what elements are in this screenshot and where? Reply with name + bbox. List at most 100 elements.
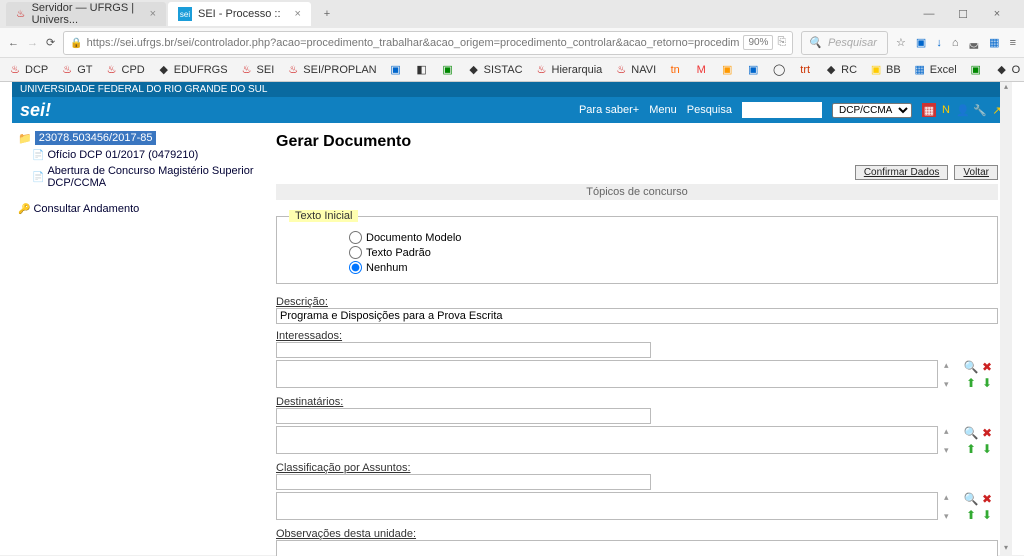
list-classificacao[interactable] <box>276 492 938 520</box>
new-icon[interactable]: N <box>939 103 953 117</box>
radio-modelo[interactable] <box>349 231 362 244</box>
search-icon[interactable]: 🔍 <box>964 360 978 374</box>
bm-icon5[interactable]: ▣ <box>720 63 734 77</box>
search-icon[interactable]: 🔍 <box>964 492 978 506</box>
bm-seiproplan[interactable]: ♨SEI/PROPLAN <box>286 63 376 77</box>
move-up-icon[interactable]: ⬆ <box>964 442 978 456</box>
scroll-down-icon[interactable]: ▾ <box>1000 543 1012 555</box>
radio-nenhum[interactable] <box>349 261 362 274</box>
link-para-saber[interactable]: Para saber+ <box>579 104 639 116</box>
close-icon[interactable]: × <box>295 8 301 20</box>
grid-icon[interactable]: ▦ <box>989 36 999 49</box>
list-interessados[interactable] <box>276 360 938 388</box>
reload-button[interactable]: ⟳ <box>46 34 55 52</box>
bm-excelbest[interactable]: ◆O Melhor do Excel: Fu... <box>995 63 1024 77</box>
bookmarks-bar: ♨DCP ♨GT ♨CPD ◆EDUFRGS ♨SEI ♨SEI/PROPLAN… <box>0 58 1024 82</box>
bm-navi[interactable]: ♨NAVI <box>614 63 656 77</box>
save-icon[interactable]: ▣ <box>916 36 926 49</box>
search-bar[interactable]: 🔍 Pesquisar <box>801 31 888 55</box>
sei-search-input[interactable] <box>742 102 822 118</box>
link-pesquisa[interactable]: Pesquisa <box>687 104 732 116</box>
input-classificacao[interactable] <box>276 474 651 490</box>
sei-topbar: sei! Para saber+ Menu Pesquisa DCP/CCMA … <box>12 97 1012 123</box>
forward-button[interactable]: → <box>27 34 38 52</box>
zoom-level[interactable]: 90% <box>743 35 773 50</box>
input-descricao[interactable] <box>276 308 998 324</box>
bm-gt[interactable]: ♨GT <box>60 63 92 77</box>
input-destinatarios[interactable] <box>276 408 651 424</box>
minimize-button[interactable]: — <box>916 8 942 21</box>
bm-icon6[interactable]: ▣ <box>746 63 760 77</box>
form-panel: Gerar Documento Confirmar Dados Voltar T… <box>262 123 1012 556</box>
tab-active[interactable]: sei SEI - Processo :: × <box>168 2 311 26</box>
bm-icon2[interactable]: ◧ <box>415 63 429 77</box>
tree-doc-1[interactable]: Ofício DCP 01/2017 (0479210) <box>18 147 256 163</box>
bm-icon9[interactable]: ▣ <box>969 63 983 77</box>
label-observacoes: Observações desta unidade: <box>276 528 998 540</box>
reader-icon[interactable]: ⎘ <box>777 36 786 49</box>
bm-icon8[interactable]: trt <box>798 63 812 77</box>
tab-inactive[interactable]: ♨ Servidor — UFRGS | Univers... × <box>6 2 166 26</box>
menu-icon[interactable]: ≡ <box>1010 37 1016 49</box>
unit-select[interactable]: DCP/CCMA <box>832 103 912 118</box>
new-tab-button[interactable]: + <box>317 8 337 20</box>
list-destinatarios[interactable] <box>276 426 938 454</box>
bm-icon7[interactable]: ◯ <box>772 63 786 77</box>
bm-icon4[interactable]: tn <box>668 63 682 77</box>
folder-icon: 📁 <box>18 132 32 145</box>
bm-excel[interactable]: ▦Excel <box>913 63 957 77</box>
scroll-icons[interactable]: ▴▾ <box>944 426 958 456</box>
close-window-button[interactable]: × <box>984 8 1010 21</box>
bm-edufrgs[interactable]: ◆EDUFRGS <box>157 63 228 77</box>
bm-cpd[interactable]: ♨CPD <box>105 63 145 77</box>
bm-gmail[interactable]: M <box>694 63 708 77</box>
modules-icon[interactable]: ▦ <box>922 103 936 117</box>
url-bar[interactable]: https://sei.ufrgs.br/sei/controlador.php… <box>63 31 793 55</box>
bm-hierarquia[interactable]: ♨Hierarquia <box>535 63 603 77</box>
back-button-top[interactable]: Voltar <box>954 165 998 180</box>
bm-rc[interactable]: ◆RC <box>824 63 857 77</box>
move-up-icon[interactable]: ⬆ <box>964 508 978 522</box>
move-up-icon[interactable]: ⬆ <box>964 376 978 390</box>
link-menu[interactable]: Menu <box>649 104 677 116</box>
bookmark-star-icon[interactable]: ☆ <box>896 36 906 49</box>
bm-dcp[interactable]: ♨DCP <box>8 63 48 77</box>
tree-consult[interactable]: Consultar Andamento <box>18 201 256 217</box>
textarea-observacoes[interactable] <box>276 540 998 556</box>
close-icon[interactable]: × <box>150 8 156 20</box>
fieldset-texto-inicial: Texto Inicial Documento Modelo Texto Pad… <box>276 210 998 284</box>
scroll-icons[interactable]: ▴▾ <box>944 360 958 390</box>
remove-icon[interactable]: ✖ <box>980 360 994 374</box>
key-icon <box>18 203 30 215</box>
move-down-icon[interactable]: ⬇ <box>980 508 994 522</box>
tab-bar: ♨ Servidor — UFRGS | Univers... × sei SE… <box>0 0 1024 28</box>
bm-icon3[interactable]: ▣ <box>441 63 455 77</box>
move-down-icon[interactable]: ⬇ <box>980 376 994 390</box>
doc-icon <box>32 149 44 161</box>
config-icon[interactable]: 🔧 <box>973 103 987 117</box>
tree-process-root[interactable]: 📁 23078.503456/2017-85 <box>18 129 256 147</box>
back-button[interactable]: ← <box>8 34 19 52</box>
scroll-icons[interactable]: ▴▾ <box>944 492 958 522</box>
bm-sei[interactable]: ♨SEI <box>240 63 275 77</box>
maximize-button[interactable]: ☐ <box>950 8 976 21</box>
bm-bb[interactable]: ▣BB <box>869 63 901 77</box>
search-icon[interactable]: 🔍 <box>964 426 978 440</box>
pocket-icon[interactable]: ◛ <box>968 36 979 49</box>
remove-icon[interactable]: ✖ <box>980 492 994 506</box>
input-interessados[interactable] <box>276 342 651 358</box>
label-classificacao: Classificação por Assuntos: <box>276 462 998 474</box>
move-down-icon[interactable]: ⬇ <box>980 442 994 456</box>
tree-doc-2[interactable]: Abertura de Concurso Magistério Superior… <box>18 163 256 191</box>
bm-sistac[interactable]: ◆SISTAC <box>467 63 523 77</box>
topic-bar: Tópicos de concurso <box>276 184 998 200</box>
user-icon[interactable]: 👤 <box>956 103 970 117</box>
confirm-button-top[interactable]: Confirmar Dados <box>855 165 949 180</box>
home-icon[interactable]: ⌂ <box>952 37 959 49</box>
remove-icon[interactable]: ✖ <box>980 426 994 440</box>
vertical-scrollbar[interactable]: ▴ ▾ <box>1000 82 1012 555</box>
radio-padrao[interactable] <box>349 246 362 259</box>
download-icon[interactable]: ↓ <box>936 37 942 49</box>
scroll-up-icon[interactable]: ▴ <box>1000 82 1012 94</box>
bm-icon1[interactable]: ▣ <box>389 63 403 77</box>
